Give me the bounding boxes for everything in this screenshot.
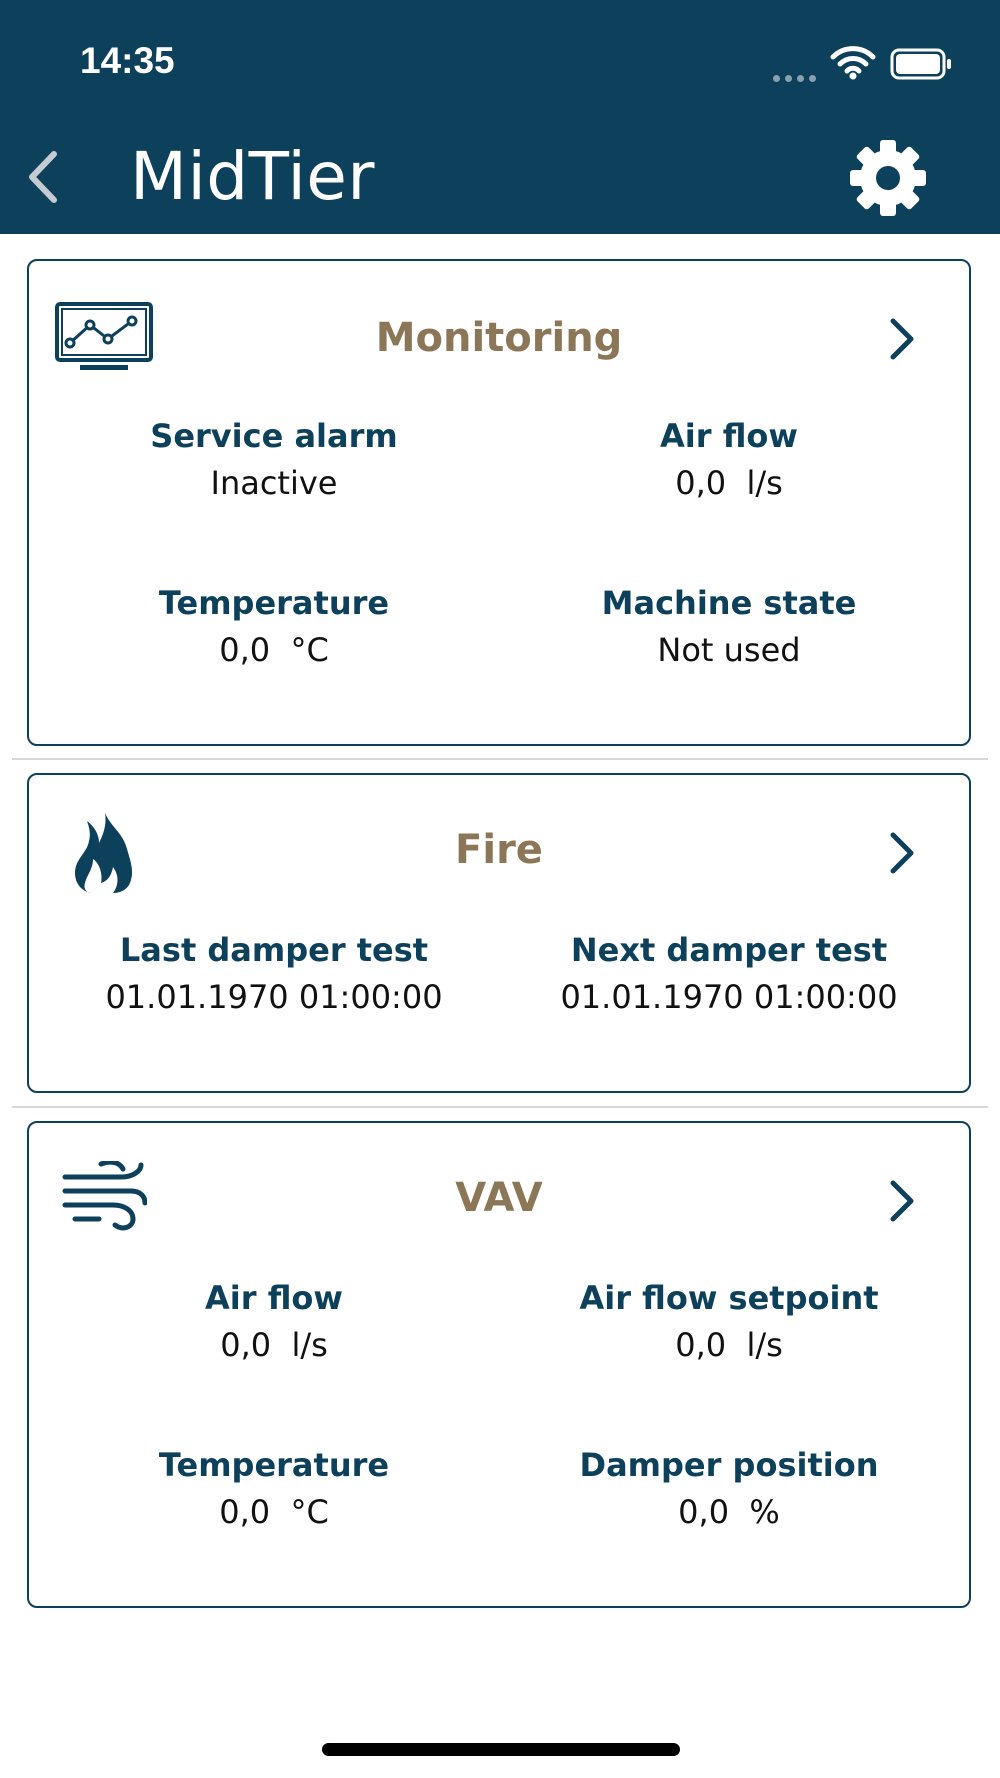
status-time: 14:35 — [80, 40, 175, 81]
fire-card[interactable]: Fire Last damper test 01.01.1970 01:00:0… — [27, 773, 971, 1093]
app-header: 14:35 MidTier — [0, 0, 1000, 234]
item-value: 0,0 % — [678, 1493, 780, 1531]
temperature-item: Temperature 0,0 °C — [54, 581, 494, 675]
item-label: Temperature — [158, 584, 390, 622]
back-button[interactable] — [18, 144, 68, 210]
chevron-right-icon[interactable] — [881, 313, 921, 365]
item-value: 0,0 °C — [219, 631, 329, 669]
last-damper-test-item: Last damper test 01.01.1970 01:00:00 — [54, 928, 494, 1022]
fire-title: Fire — [455, 827, 543, 873]
divider — [12, 1106, 988, 1108]
vav-card[interactable]: VAV Air flow 0,0 l/s Air flow setpoint 0… — [27, 1121, 971, 1608]
monitoring-card[interactable]: Monitoring Service alarm Inactive Air fl… — [27, 259, 971, 746]
item-value: 0,0 l/s — [220, 1326, 328, 1364]
page-title: MidTier — [130, 138, 376, 215]
item-label: Next damper test — [570, 931, 888, 969]
battery-icon — [890, 48, 951, 80]
item-value: 0,0 l/s — [675, 1326, 783, 1364]
next-damper-test-item: Next damper test 01.01.1970 01:00:00 — [509, 928, 949, 1022]
item-label: Damper position — [579, 1446, 879, 1484]
item-label: Air flow setpoint — [579, 1279, 879, 1317]
item-value: 0,0 l/s — [675, 464, 783, 502]
item-value: 01.01.1970 01:00:00 — [105, 978, 443, 1016]
divider — [12, 758, 988, 760]
air-flow-item: Air flow 0,0 l/s — [54, 1276, 494, 1370]
temperature-item: Temperature 0,0 °C — [54, 1443, 494, 1537]
air-flow-item: Air flow 0,0 l/s — [509, 414, 949, 508]
item-value: Inactive — [210, 464, 338, 502]
item-label: Service alarm — [150, 417, 398, 455]
cellular-signal-icon — [773, 67, 821, 86]
damper-position-item: Damper position 0,0 % — [509, 1443, 949, 1537]
chevron-right-icon[interactable] — [881, 1175, 921, 1227]
item-value: 0,0 °C — [219, 1493, 329, 1531]
service-alarm-item: Service alarm Inactive — [54, 414, 494, 508]
wifi-icon — [830, 46, 876, 80]
chevron-right-icon[interactable] — [881, 827, 921, 879]
item-label: Last damper test — [119, 931, 429, 969]
item-label: Temperature — [158, 1446, 390, 1484]
item-label: Machine state — [601, 584, 857, 622]
item-label: Air flow — [205, 1279, 343, 1317]
monitoring-title: Monitoring — [375, 315, 623, 361]
gear-icon[interactable] — [846, 136, 930, 220]
home-indicator[interactable] — [322, 1743, 680, 1756]
item-value: Not used — [657, 631, 801, 669]
machine-state-item: Machine state Not used — [509, 581, 949, 675]
vav-title: VAV — [455, 1175, 543, 1221]
item-value: 01.01.1970 01:00:00 — [560, 978, 898, 1016]
air-flow-setpoint-item: Air flow setpoint 0,0 l/s — [509, 1276, 949, 1370]
item-label: Air flow — [660, 417, 798, 455]
